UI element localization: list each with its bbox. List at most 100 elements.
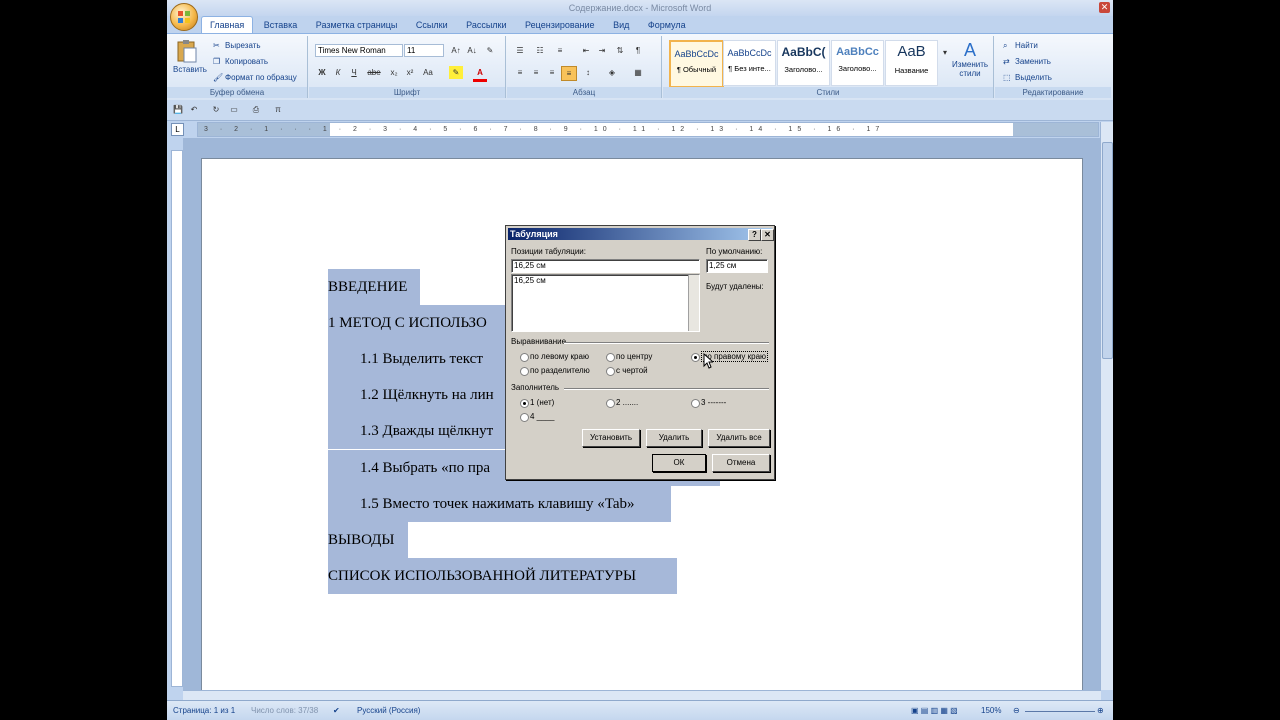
style-heading-1[interactable]: AaBbC( Заголово...: [777, 40, 830, 86]
page-count[interactable]: Страница: 1 из 1: [173, 701, 235, 720]
cut-button[interactable]: ✂ Вырезать: [213, 41, 261, 51]
doc-line-method[interactable]: 1 МЕТОД С ИСПОЛЬЗО: [328, 305, 508, 341]
style-no-spacing[interactable]: AaBbCcDc ¶ Без инте...: [723, 40, 776, 86]
scroll-thumb[interactable]: [1102, 142, 1113, 359]
doc-line-1-3[interactable]: 1.3 Дважды щёлкнут: [328, 413, 508, 449]
styles-scroll-icon[interactable]: ▾: [938, 46, 952, 59]
tab-positions-list[interactable]: 16,25 см: [511, 274, 700, 332]
tab-formula[interactable]: Формула: [640, 17, 694, 34]
bullets-icon[interactable]: ☰: [513, 44, 527, 57]
superscript-button[interactable]: x²: [403, 66, 417, 79]
font-name-field[interactable]: Times New Roman: [315, 44, 403, 57]
numbering-icon[interactable]: ☷: [533, 44, 547, 57]
line-spacing-icon[interactable]: ↕: [581, 66, 595, 79]
default-stops-spinner[interactable]: 1,25 см: [706, 259, 768, 273]
align-bar-label[interactable]: с чертой: [616, 366, 648, 375]
decrease-indent-icon[interactable]: ⇤: [579, 44, 593, 57]
style-normal[interactable]: AaBbCcDc ¶ Обычный: [669, 40, 724, 88]
doc-line-references[interactable]: СПИСОК ИСПОЛЬЗОВАННОЙ ЛИТЕРАТУРЫ: [328, 558, 677, 594]
print-preview-icon[interactable]: ⎙: [249, 103, 263, 116]
tab-position-item[interactable]: 16,25 см: [514, 276, 546, 285]
align-center-radio[interactable]: [606, 353, 615, 362]
shrink-font-icon[interactable]: A↓: [465, 44, 479, 57]
help-button[interactable]: ?: [748, 229, 761, 241]
undo-icon[interactable]: ↶: [187, 103, 201, 116]
increase-indent-icon[interactable]: ⇥: [595, 44, 609, 57]
align-left-radio[interactable]: [520, 353, 529, 362]
highlight-icon[interactable]: ✎: [449, 66, 463, 79]
tab-view[interactable]: Вид: [605, 17, 637, 34]
clear-button[interactable]: Удалить: [646, 429, 702, 447]
strike-button[interactable]: abe: [367, 66, 381, 79]
tab-mailings[interactable]: Рассылки: [458, 17, 514, 34]
ok-button[interactable]: ОК: [652, 454, 706, 472]
tab-review[interactable]: Рецензирование: [517, 17, 603, 34]
tab-position-input[interactable]: 16,25 см: [511, 259, 700, 273]
vertical-ruler[interactable]: [171, 150, 183, 687]
view-buttons[interactable]: ▣ ▤ ▥ ▦ ▧: [911, 701, 958, 720]
dialog-close-button[interactable]: ✕: [761, 229, 774, 241]
align-center-label[interactable]: по центру: [616, 352, 652, 361]
align-decimal-label[interactable]: по разделителю: [530, 366, 590, 375]
new-doc-icon[interactable]: ▭: [227, 103, 241, 116]
leader-dashes-label[interactable]: 3 -------: [701, 398, 726, 407]
subscript-button[interactable]: x₂: [387, 66, 401, 79]
change-styles-button[interactable]: A Изменить стили: [951, 40, 989, 78]
align-bar-radio[interactable]: [606, 367, 615, 376]
paste-button[interactable]: Вставить: [173, 39, 207, 74]
tab-references[interactable]: Ссылки: [408, 17, 456, 34]
align-decimal-radio[interactable]: [520, 367, 529, 376]
replace-button[interactable]: ⇄ Заменить: [1003, 57, 1051, 67]
spellcheck-icon[interactable]: ✔: [333, 701, 340, 720]
leader-none-label[interactable]: 1 (нет): [530, 398, 554, 407]
doc-line-intro[interactable]: ВВЕДЕНИЕ: [328, 269, 420, 305]
tab-selector-icon[interactable]: L: [171, 123, 184, 136]
font-size-field[interactable]: 11: [404, 44, 444, 57]
clear-all-button[interactable]: Удалить все: [708, 429, 770, 447]
multilevel-icon[interactable]: ≡: [553, 44, 567, 57]
horizontal-ruler[interactable]: 3 · 2 · 1 · · · 1 · 2 · 3 · 4 · 5 · 6 · …: [197, 122, 1099, 137]
style-heading-2[interactable]: AaBbCc Заголово...: [831, 40, 884, 86]
tab-home[interactable]: Главная: [201, 16, 254, 34]
leader-dots-label[interactable]: 2 .......: [616, 398, 638, 407]
justify-icon[interactable]: ≡: [561, 66, 577, 81]
leader-dots-radio[interactable]: [606, 399, 615, 408]
bold-button[interactable]: Ж: [315, 66, 329, 79]
equation-icon[interactable]: π: [271, 103, 285, 116]
align-left-label[interactable]: по левому краю: [530, 352, 589, 361]
change-case-button[interactable]: Aa: [421, 66, 435, 79]
borders-icon[interactable]: ▦: [631, 66, 645, 79]
style-title[interactable]: AaB Название: [885, 40, 938, 86]
vertical-scrollbar[interactable]: [1100, 122, 1113, 690]
cancel-button[interactable]: Отмена: [712, 454, 770, 472]
zoom-level[interactable]: 150%: [981, 701, 1001, 720]
zoom-in-icon[interactable]: ⊕: [1097, 701, 1104, 720]
tab-insert[interactable]: Вставка: [256, 17, 305, 34]
italic-button[interactable]: К: [331, 66, 345, 79]
underline-button[interactable]: Ч: [347, 66, 361, 79]
align-right-icon[interactable]: ≡: [545, 66, 559, 79]
align-left-icon[interactable]: ≡: [513, 66, 527, 79]
doc-line-1-1[interactable]: 1.1 Выделить текст: [328, 341, 508, 377]
format-painter-button[interactable]: 🖌 Формат по образцу: [213, 73, 297, 83]
redo-icon[interactable]: ↻: [209, 103, 223, 116]
find-button[interactable]: ⌕ Найти: [1003, 41, 1038, 51]
save-icon[interactable]: 💾: [171, 103, 185, 116]
sort-icon[interactable]: ⇅: [613, 44, 627, 57]
zoom-slider[interactable]: [1025, 711, 1095, 712]
doc-line-conclusions[interactable]: ВЫВОДЫ: [328, 522, 408, 558]
list-scrollbar[interactable]: [688, 275, 699, 331]
align-right-radio[interactable]: [691, 353, 700, 362]
leader-underline-label[interactable]: 4 ____: [530, 412, 554, 421]
copy-button[interactable]: ❐ Копировать: [213, 57, 268, 67]
font-color-button[interactable]: A: [473, 66, 487, 82]
doc-line-1-2[interactable]: 1.2 Щёлкнуть на лин: [328, 377, 508, 413]
clear-format-icon[interactable]: ✎: [483, 44, 497, 57]
leader-none-radio[interactable]: [520, 399, 529, 408]
tab-page-layout[interactable]: Разметка страницы: [308, 17, 406, 34]
leader-dashes-radio[interactable]: [691, 399, 700, 408]
close-window-icon[interactable]: ✕: [1099, 2, 1110, 13]
doc-line-1-5[interactable]: 1.5 Вместо точек нажимать клавишу «Tab»: [328, 486, 671, 522]
leader-underline-radio[interactable]: [520, 413, 529, 422]
shading-icon[interactable]: ◈: [605, 66, 619, 79]
